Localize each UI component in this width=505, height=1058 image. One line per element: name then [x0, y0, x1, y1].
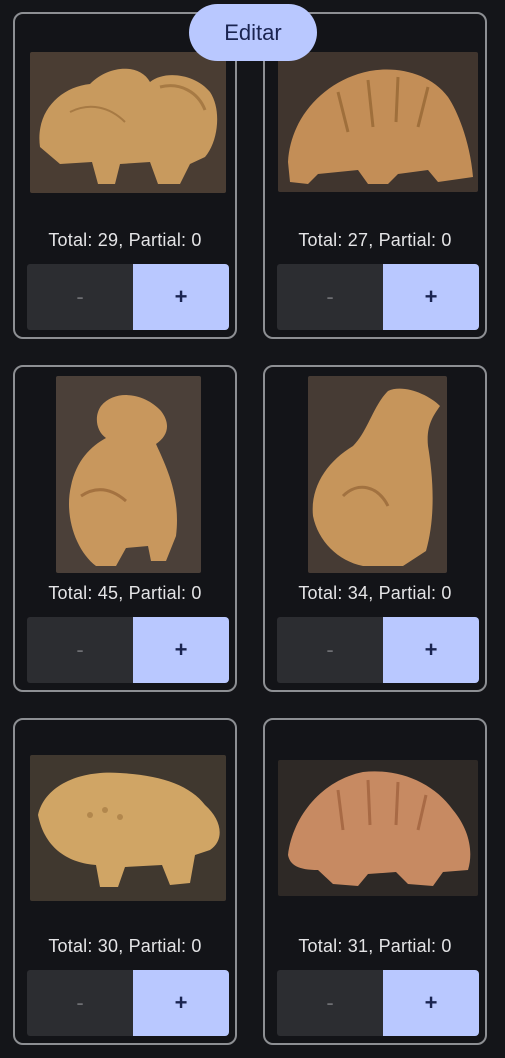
- edit-button[interactable]: Editar: [189, 4, 317, 61]
- increment-button[interactable]: +: [133, 617, 229, 683]
- cookie-image: [308, 376, 447, 573]
- cookie-image: [30, 755, 226, 901]
- count-label: Total: 45, Partial: 0: [48, 583, 202, 603]
- cookie-card: Total: 31, Partial: 0 - +: [263, 718, 487, 1045]
- count-label: Total: 29, Partial: 0: [48, 230, 202, 250]
- count-label: Total: 31, Partial: 0: [298, 936, 452, 956]
- cookie-image: [278, 52, 478, 192]
- increment-button[interactable]: +: [383, 617, 479, 683]
- increment-button[interactable]: +: [383, 264, 479, 330]
- count-label: Total: 30, Partial: 0: [48, 936, 202, 956]
- increment-button[interactable]: +: [383, 970, 479, 1036]
- cookie-card: Total: 34, Partial: 0 - +: [263, 365, 487, 692]
- cookie-card: Total: 27, Partial: 0 - +: [263, 12, 487, 339]
- increment-button[interactable]: +: [133, 264, 229, 330]
- cookie-card: Total: 29, Partial: 0 - +: [13, 12, 237, 339]
- cookie-card: Total: 30, Partial: 0 - +: [13, 718, 237, 1045]
- count-label: Total: 34, Partial: 0: [298, 583, 452, 603]
- decrement-button[interactable]: -: [277, 617, 383, 683]
- decrement-button[interactable]: -: [277, 970, 383, 1036]
- count-label: Total: 27, Partial: 0: [298, 230, 452, 250]
- cookie-card: Total: 45, Partial: 0 - +: [13, 365, 237, 692]
- decrement-button[interactable]: -: [27, 970, 133, 1036]
- decrement-button[interactable]: -: [27, 617, 133, 683]
- cookie-image: [56, 376, 201, 573]
- cookie-image: [278, 760, 478, 896]
- increment-button[interactable]: +: [133, 970, 229, 1036]
- cookie-image: [30, 52, 226, 193]
- decrement-button[interactable]: -: [277, 264, 383, 330]
- decrement-button[interactable]: -: [27, 264, 133, 330]
